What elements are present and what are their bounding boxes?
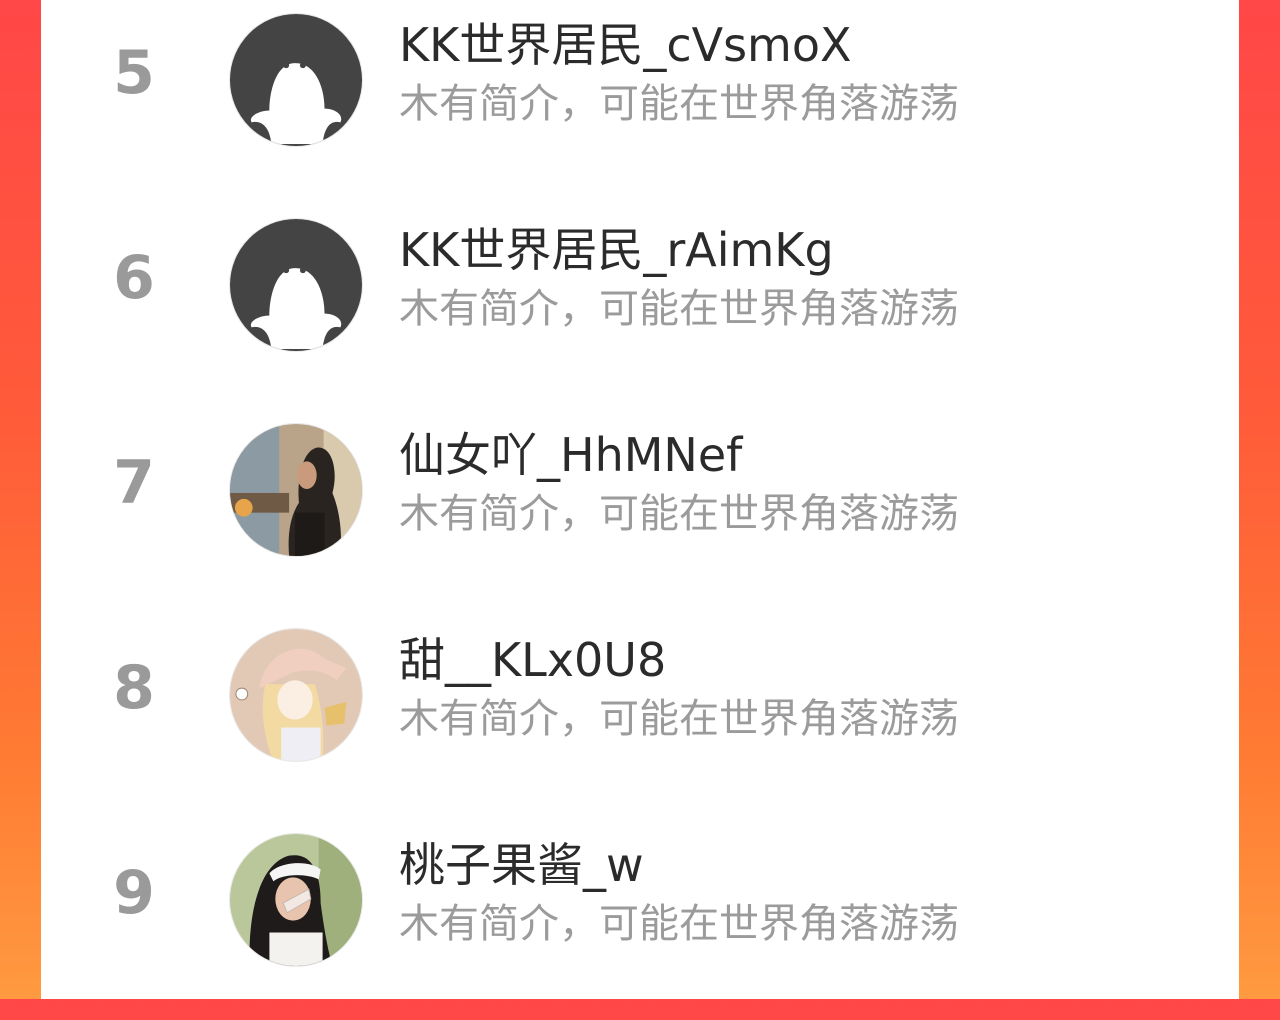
username[interactable]: 仙女吖_HhMNef xyxy=(399,424,742,486)
user-illustration-avatar[interactable] xyxy=(229,628,363,762)
username[interactable]: 甜__KLx0U8 xyxy=(399,629,666,691)
rank-number: 7 xyxy=(113,448,155,518)
user-bio: 木有简介，可能在世界角落游荡 xyxy=(399,286,959,332)
username[interactable]: KK世界居民_cVsmoX xyxy=(399,14,852,76)
default-ghost-avatar-icon[interactable] xyxy=(229,13,363,147)
rank-number: 9 xyxy=(113,858,155,928)
user-photo-avatar[interactable] xyxy=(229,833,363,967)
rank-number: 6 xyxy=(113,243,155,313)
ranking-list-card: 5 KK世界居民_cVsmoX 木有简介，可能在世界角落游荡 6 KK世界居民_… xyxy=(41,0,1239,999)
user-bio: 木有简介，可能在世界角落游荡 xyxy=(399,696,959,742)
list-item[interactable]: 8 甜__KLx0U8 木有简介，可能在世界角落游荡 xyxy=(41,615,1239,815)
list-item[interactable]: 6 KK世界居民_rAimKg 木有简介，可能在世界角落游荡 xyxy=(41,205,1239,405)
list-item[interactable]: 7 仙女吖_HhMNef 木有简介，可能在世界角落游荡 xyxy=(41,410,1239,610)
default-ghost-avatar-icon[interactable] xyxy=(229,218,363,352)
username[interactable]: KK世界居民_rAimKg xyxy=(399,219,834,281)
list-item[interactable]: 9 桃子果酱_w 木有简介，可能在世界角落游荡 xyxy=(41,820,1239,1020)
user-bio: 木有简介，可能在世界角落游荡 xyxy=(399,491,959,537)
rank-number: 8 xyxy=(113,653,155,723)
user-photo-avatar[interactable] xyxy=(229,423,363,557)
list-item[interactable]: 5 KK世界居民_cVsmoX 木有简介，可能在世界角落游荡 xyxy=(41,0,1239,200)
user-bio: 木有简介，可能在世界角落游荡 xyxy=(399,81,959,127)
username[interactable]: 桃子果酱_w xyxy=(399,834,644,896)
rank-number: 5 xyxy=(113,38,155,108)
user-bio: 木有简介，可能在世界角落游荡 xyxy=(399,901,959,947)
